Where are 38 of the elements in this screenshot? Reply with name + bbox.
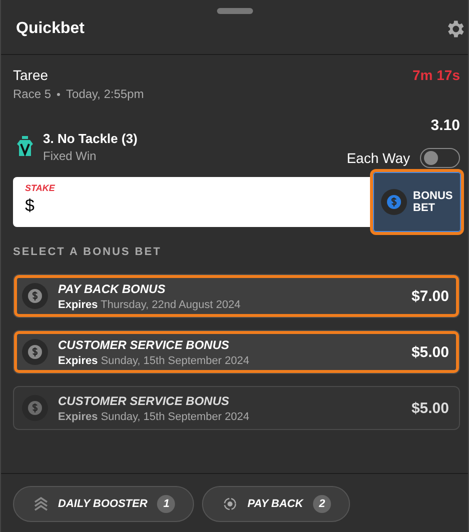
- promo-pill[interactable]: PAY BACK 2: [202, 486, 350, 522]
- dollar-coin-icon: [22, 283, 48, 309]
- expiry-text: Expires Sunday, 15th September 2024: [58, 354, 250, 366]
- bonus-bet-button[interactable]: BONUS BET: [373, 172, 461, 232]
- bonus-name: CUSTOMER SERVICE BONUS: [58, 338, 230, 352]
- count-badge: 1: [157, 495, 176, 513]
- bonus-amount: $7.00: [411, 288, 449, 304]
- bonus-name: CUSTOMER SERVICE BONUS: [58, 394, 230, 408]
- bet-type: Fixed Win: [43, 148, 98, 162]
- stake-label: STAKE: [25, 183, 56, 193]
- expiry-text: Expires Sunday, 15th September 2024: [58, 410, 250, 422]
- section-heading: SELECT A BONUS BET: [13, 246, 162, 258]
- bonus-amount: $5.00: [411, 344, 449, 360]
- currency-symbol: $: [25, 196, 36, 216]
- count-badge: 2: [313, 495, 332, 513]
- drag-handle[interactable]: [216, 8, 252, 14]
- odds: 3.10: [430, 117, 460, 134]
- each-way-label: Each Way: [346, 150, 410, 166]
- chevrons-up-icon: [34, 497, 48, 511]
- jockey-silks-icon: [17, 136, 33, 158]
- expiry-text: Expires Thursday, 22nd August 2024: [58, 298, 242, 310]
- race-number: Race 5: [13, 87, 52, 101]
- race-time: Today, 2:55pm: [66, 87, 144, 101]
- runner-name: 3. No Tackle (3): [43, 130, 138, 146]
- dollar-coin-icon: [381, 189, 407, 215]
- dollar-coin-icon: [22, 395, 48, 421]
- dollar-coin-icon: [22, 339, 48, 365]
- countdown-timer: 7m 17s: [412, 67, 460, 83]
- venue-name: Taree: [13, 67, 48, 83]
- bonus-bet-card[interactable]: CUSTOMER SERVICE BONUS Expires Sunday, 15th September 2024 $5.00: [13, 330, 460, 374]
- refresh-coin-icon: [223, 497, 238, 511]
- bonus-name: PAY BACK BONUS: [58, 282, 166, 296]
- each-way-toggle[interactable]: [420, 148, 460, 168]
- stake-field[interactable]: STAKE $: [13, 177, 373, 227]
- panel-title: Quickbet: [16, 20, 84, 38]
- bonus-amount: $5.00: [411, 400, 449, 416]
- bonus-bet-card[interactable]: PAY BACK BONUS Expires Thursday, 22nd August 2024 $7.00: [13, 274, 460, 318]
- promo-pill[interactable]: DAILY BOOSTER 1: [13, 486, 194, 522]
